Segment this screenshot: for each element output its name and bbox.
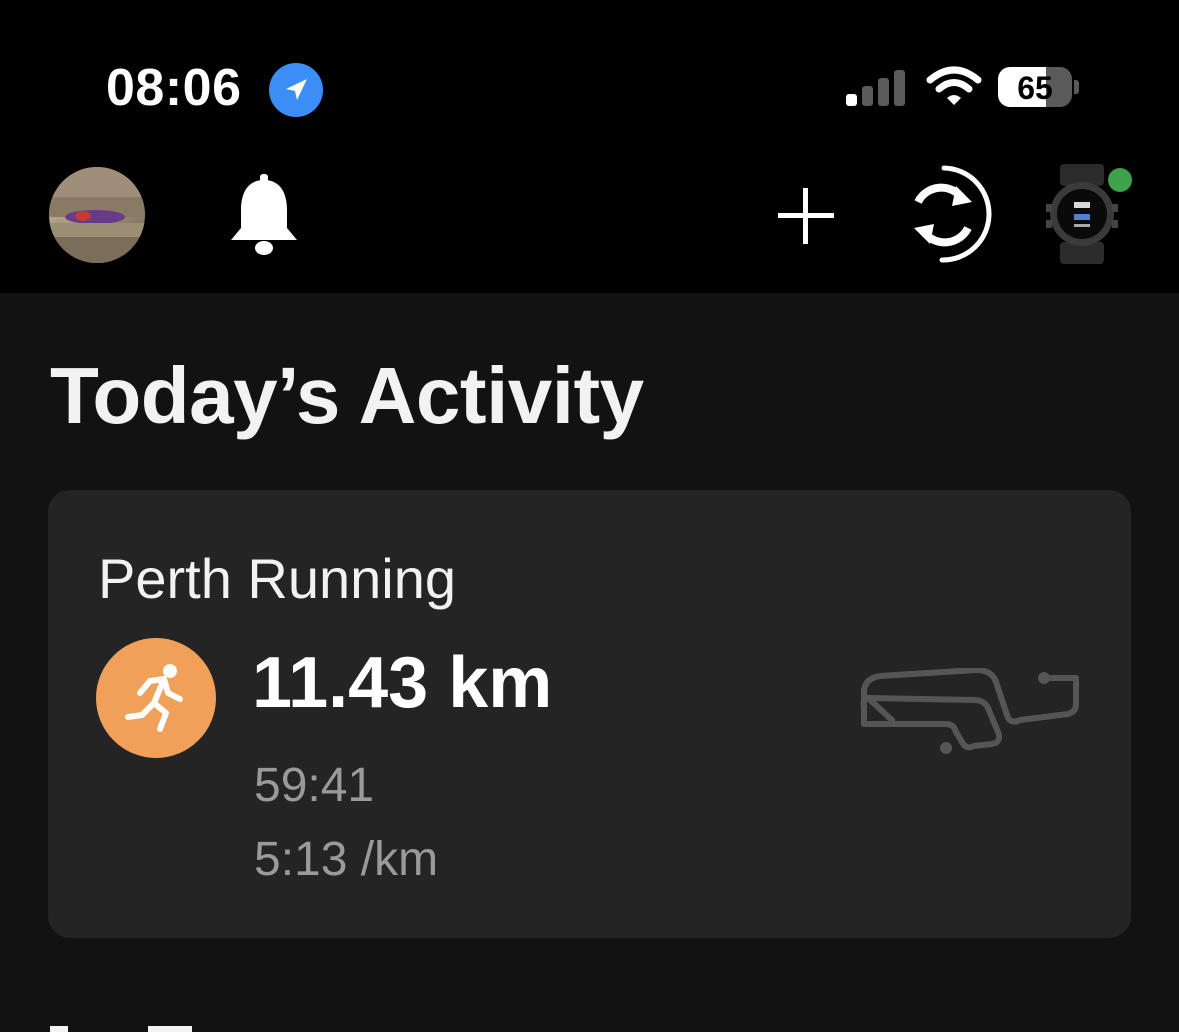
status-bar: 08:06 65 (0, 0, 1179, 150)
location-arrow-icon (269, 63, 323, 117)
device-connected-dot (1108, 168, 1132, 192)
plus-icon[interactable] (776, 186, 836, 246)
activity-distance: 11.43 km (252, 643, 553, 723)
page-title: Today’s Activity (50, 351, 644, 440)
sync-icon[interactable] (896, 162, 996, 266)
battery-tip (1074, 80, 1079, 94)
battery-indicator: 65 (998, 67, 1079, 109)
activity-pace: 5:13 /km (254, 833, 439, 886)
activity-card[interactable]: Perth Running 11.43 km 59:41 5:13 /km (48, 490, 1131, 938)
profile-avatar[interactable] (49, 167, 145, 263)
cellular-signal-icon (846, 70, 906, 106)
activity-name: Perth Running (98, 547, 457, 610)
app-header (0, 150, 1179, 293)
route-map-icon (860, 668, 1079, 754)
running-icon (125, 664, 183, 732)
bell-icon[interactable] (229, 174, 299, 258)
activity-duration: 59:41 (254, 759, 375, 812)
clock-time: 08:06 (106, 59, 242, 117)
wifi-icon (926, 66, 982, 108)
next-section-peek (50, 1026, 192, 1032)
battery-level: 65 (1017, 70, 1053, 106)
running-badge (96, 638, 216, 758)
